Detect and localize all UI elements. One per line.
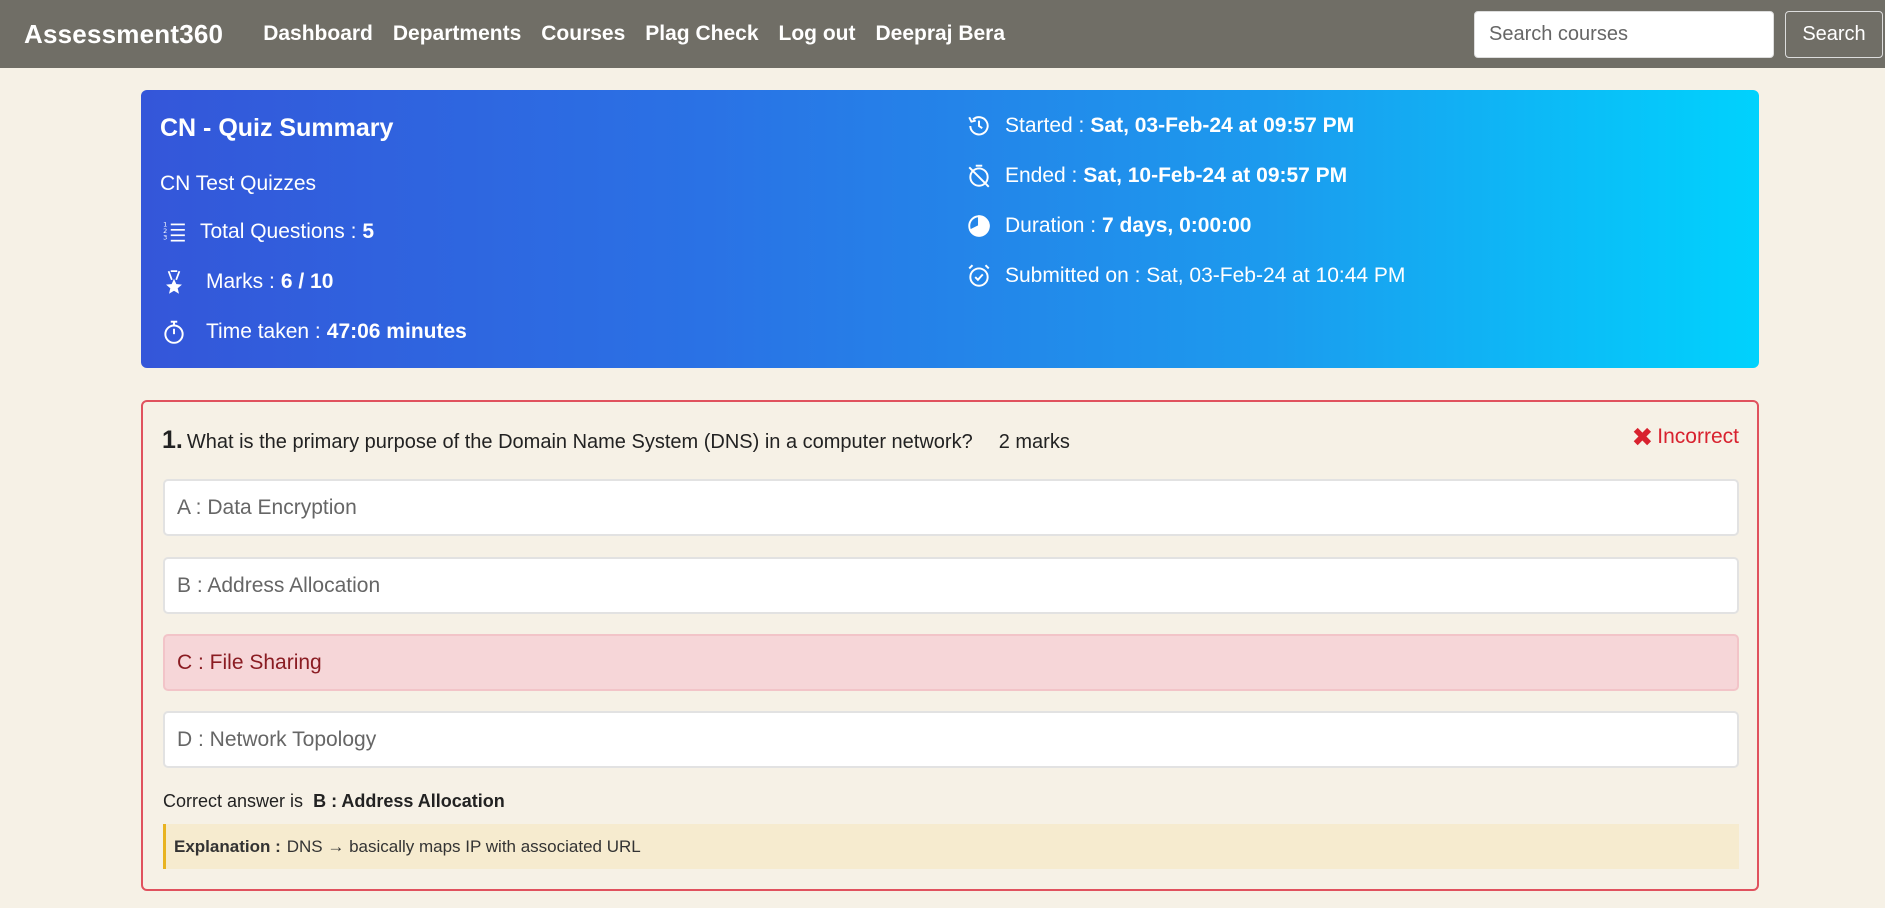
nav-link-departments[interactable]: Departments bbox=[393, 22, 521, 46]
nav-link-courses[interactable]: Courses bbox=[541, 22, 625, 46]
question-text: What is the primary purpose of the Domai… bbox=[186, 431, 973, 453]
correct-answer-line: Correct answer is B : Address Allocation bbox=[163, 791, 505, 812]
question-number: 1. bbox=[162, 426, 183, 454]
quiz-summary-card: CN - Quiz Summary CN Test Quizzes 1 2 3 … bbox=[141, 90, 1759, 368]
duration-label: Duration : bbox=[1005, 214, 1097, 237]
correct-answer-prefix: Correct answer is bbox=[163, 791, 304, 811]
time-taken-row: Time taken : 47:06 minutes bbox=[160, 318, 467, 346]
submitted-row: Submitted on : Sat, 03-Feb-24 at 10:44 P… bbox=[965, 262, 1405, 290]
search-input[interactable] bbox=[1474, 11, 1774, 58]
alarm-off-icon bbox=[965, 162, 993, 190]
submitted-text: Submitted on : Sat, 03-Feb-24 at 10:44 P… bbox=[1005, 264, 1406, 287]
nav-link-plag-check[interactable]: Plag Check bbox=[645, 22, 758, 46]
nav-link-log-out[interactable]: Log out bbox=[779, 22, 856, 46]
search-button[interactable]: Search bbox=[1785, 11, 1883, 58]
list-numbered-icon: 1 2 3 bbox=[160, 218, 188, 246]
explanation-text: DNS → basically maps IP with associated … bbox=[286, 836, 641, 856]
started-label: Started : bbox=[1005, 114, 1085, 137]
time-taken-value: 47:06 minutes bbox=[326, 320, 467, 343]
total-questions-label: Total Questions : bbox=[200, 220, 357, 243]
correct-answer-value: B : Address Allocation bbox=[313, 791, 505, 811]
summary-subtitle: CN Test Quizzes bbox=[160, 172, 316, 195]
nav-links: Dashboard Departments Courses Plag Check… bbox=[263, 22, 1005, 46]
search-form: Search bbox=[1474, 11, 1883, 58]
marks-value: 6 / 10 bbox=[280, 270, 334, 293]
close-icon: ✖ bbox=[1631, 422, 1654, 452]
explanation-label: Explanation : bbox=[174, 836, 281, 856]
question-card: 1. What is the primary purpose of the Do… bbox=[141, 400, 1759, 891]
option-d[interactable]: D : Network Topology bbox=[163, 711, 1739, 768]
option-a[interactable]: A : Data Encryption bbox=[163, 479, 1739, 536]
brand-logo[interactable]: Assessment360 bbox=[24, 19, 223, 50]
award-icon bbox=[160, 268, 188, 296]
option-c-selected-wrong[interactable]: C : File Sharing bbox=[163, 634, 1739, 691]
total-questions-value: 5 bbox=[362, 220, 375, 243]
history-icon bbox=[965, 112, 993, 140]
started-value: Sat, 03-Feb-24 at 09:57 PM bbox=[1090, 114, 1355, 137]
pie-icon bbox=[965, 212, 993, 240]
total-questions-row: 1 2 3 Total Questions : 5 bbox=[160, 218, 374, 246]
summary-title: CN - Quiz Summary bbox=[160, 114, 394, 142]
ended-label: Ended : bbox=[1005, 164, 1078, 187]
started-row: Started : Sat, 03-Feb-24 at 09:57 PM bbox=[965, 112, 1354, 140]
nav-link-dashboard[interactable]: Dashboard bbox=[263, 22, 373, 46]
ended-row: Ended : Sat, 10-Feb-24 at 09:57 PM bbox=[965, 162, 1347, 190]
question-marks: 2 marks bbox=[998, 431, 1070, 453]
nav-link-user-profile[interactable]: Deepraj Bera bbox=[875, 22, 1005, 46]
stopwatch-icon bbox=[160, 318, 188, 346]
top-navbar: Assessment360 Dashboard Departments Cour… bbox=[0, 0, 1885, 68]
marks-label: Marks : bbox=[206, 270, 275, 293]
time-taken-label: Time taken : bbox=[206, 320, 321, 343]
duration-value: 7 days, 0:00:00 bbox=[1102, 214, 1252, 237]
status-text: Incorrect bbox=[1657, 425, 1739, 448]
marks-row: Marks : 6 / 10 bbox=[160, 268, 333, 296]
alarm-check-icon bbox=[965, 262, 993, 290]
duration-row: Duration : 7 days, 0:00:00 bbox=[965, 212, 1251, 240]
question-header: 1. What is the primary purpose of the Do… bbox=[162, 426, 1070, 455]
option-b[interactable]: B : Address Allocation bbox=[163, 557, 1739, 614]
status-badge: ✖ Incorrect bbox=[1632, 424, 1740, 450]
svg-text:3: 3 bbox=[163, 234, 167, 242]
explanation-box: Explanation : DNS → basically maps IP wi… bbox=[163, 824, 1739, 869]
ended-value: Sat, 10-Feb-24 at 09:57 PM bbox=[1083, 164, 1348, 187]
